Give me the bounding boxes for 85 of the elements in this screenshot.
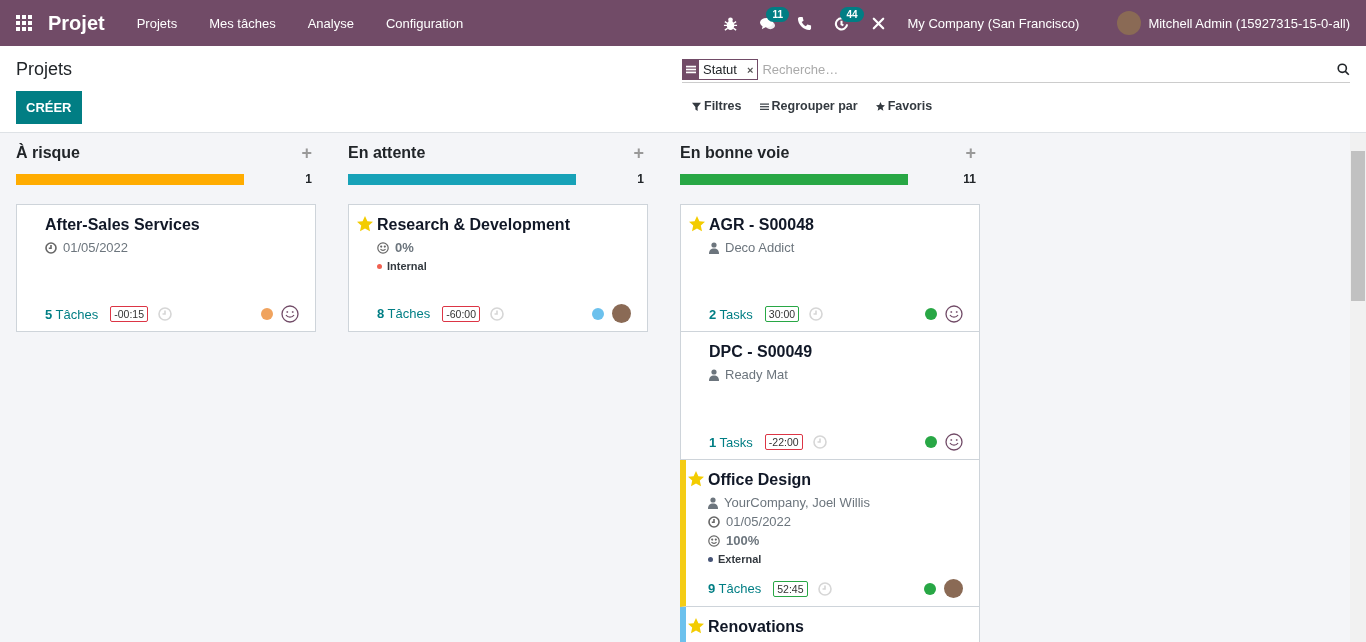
- card-title: After-Sales Services: [45, 215, 201, 235]
- status-dot[interactable]: [925, 308, 937, 320]
- company-switcher[interactable]: My Company (San Francisco): [897, 15, 1100, 31]
- person-icon: [709, 368, 719, 381]
- progress-percent: 100%: [726, 533, 760, 548]
- list-icon: [759, 101, 769, 111]
- deadline-date: 01/05/2022: [726, 514, 792, 529]
- status-dot[interactable]: [924, 582, 936, 595]
- facet-lines-icon: [686, 64, 696, 75]
- record-count: 1: [304, 172, 313, 186]
- phone-icon[interactable]: [797, 15, 813, 31]
- tag-label: External: [708, 553, 762, 565]
- time-badge: -60:00: [442, 305, 481, 322]
- tasks-link[interactable]: 1 Tasks: [709, 434, 753, 450]
- search-option-button[interactable]: Favoris: [875, 99, 933, 113]
- tasks-link[interactable]: 5 Tâches: [45, 306, 99, 322]
- card-title: AGR - S00048: [709, 215, 815, 235]
- breadcrumb-title: Projets: [16, 59, 74, 81]
- remove-facet-button[interactable]: ×: [740, 62, 758, 77]
- smiley-icon: [708, 534, 720, 547]
- customer-name: Ready Mat: [725, 367, 788, 382]
- customer-name: YourCompany, Joel Willis: [724, 495, 870, 510]
- bug-icon[interactable]: [723, 15, 739, 31]
- tasks-link[interactable]: 2 Tasks: [709, 306, 753, 322]
- clock-icon: [708, 515, 720, 528]
- count-badge: 44: [840, 6, 864, 22]
- card-title: Renovations: [708, 617, 805, 637]
- project-card[interactable]: After-Sales Services 01/05/2022 5 Tâches -00:15: [16, 204, 316, 332]
- column-title: En attente: [348, 144, 426, 162]
- search-facet: Statut ×: [682, 59, 759, 80]
- status-dot[interactable]: [925, 436, 937, 448]
- star-icon: [875, 101, 885, 111]
- project-card[interactable]: Renovations: [680, 607, 980, 642]
- project-card[interactable]: Research & Development 0% Internal 8 Tâches -60:00: [348, 204, 648, 332]
- menu-item[interactable]: Mes tâches: [193, 15, 292, 31]
- deadline-date: 01/05/2022: [63, 240, 129, 255]
- column-title: À risque: [16, 144, 80, 162]
- smiley-avatar-icon: [945, 433, 963, 451]
- user-avatar: [1117, 11, 1142, 35]
- smiley-icon: [377, 241, 389, 254]
- search-option-button[interactable]: Filtres: [692, 99, 742, 113]
- card-title: DPC - S00049: [709, 342, 814, 362]
- progress-percent: 0%: [395, 240, 414, 255]
- scrollbar[interactable]: [1350, 133, 1366, 642]
- time-badge: 30:00: [764, 306, 800, 322]
- count-badge: 11: [766, 6, 789, 22]
- status-dot[interactable]: [261, 308, 273, 320]
- time-badge: 52:45: [773, 580, 808, 597]
- smiley-avatar-icon: [945, 305, 963, 323]
- project-card[interactable]: AGR - S00048 Deco Addict 2 Tasks 30:00: [680, 204, 980, 332]
- tasks-link[interactable]: 8 Tâches: [377, 306, 431, 321]
- create-button[interactable]: CRÉER: [16, 91, 82, 124]
- tasks-link[interactable]: 9 Tâches: [708, 581, 762, 596]
- card-title: Research & Development: [377, 215, 571, 235]
- person-icon: [709, 241, 719, 254]
- project-card[interactable]: Office Design YourCompany, Joel Willis 01/05/2022 100% External 9 Tâches 52:45: [680, 460, 980, 607]
- user-avatar: [944, 579, 963, 598]
- menu-item[interactable]: Configuration: [369, 15, 480, 31]
- filter-icon: [692, 101, 701, 111]
- record-count: 1: [636, 172, 645, 186]
- project-card[interactable]: DPC - S00049 Ready Mat 1 Tasks -22:00: [680, 332, 980, 460]
- search-icon[interactable]: [1337, 63, 1350, 76]
- menu-item[interactable]: Analyse: [291, 15, 370, 31]
- search-option-button[interactable]: Regrouper par: [759, 99, 858, 113]
- app-name[interactable]: Projet: [48, 11, 105, 35]
- card-title: Office Design: [708, 470, 813, 490]
- tag-label: Internal: [377, 260, 427, 272]
- time-badge: -22:00: [764, 434, 803, 450]
- column-title: En bonne voie: [680, 144, 790, 162]
- favorite-star-icon[interactable]: [689, 216, 705, 232]
- apps-menu-icon[interactable]: [16, 15, 32, 31]
- record-count: 11: [962, 172, 977, 186]
- favorite-star-icon[interactable]: [688, 618, 704, 634]
- smiley-avatar-icon: [281, 305, 299, 323]
- customer-name: Deco Addict: [725, 240, 795, 255]
- tools-icon[interactable]: [871, 15, 887, 31]
- user-menu[interactable]: Mitchell Admin (15927315-15-0-all): [1148, 15, 1350, 31]
- time-badge: -00:15: [110, 306, 149, 322]
- favorite-star-icon[interactable]: [357, 216, 373, 232]
- menu-item[interactable]: Projets: [120, 15, 194, 31]
- clock-icon: [45, 241, 57, 254]
- status-dot[interactable]: [592, 307, 604, 320]
- user-avatar: [612, 304, 631, 323]
- person-icon: [708, 496, 718, 509]
- favorite-star-icon[interactable]: [688, 471, 704, 487]
